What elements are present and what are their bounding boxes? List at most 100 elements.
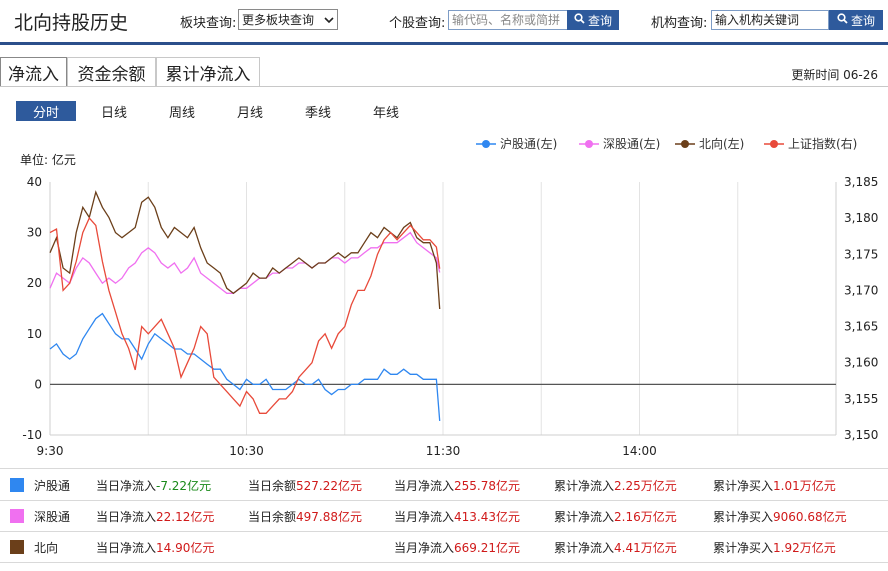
- cumulative-net-buy-label: 累计净买入: [713, 541, 774, 555]
- summary-row: 北向 当日净流入14.90亿元 当月净流入669.21亿元 累计净流入4.41万亿元累…: [0, 531, 888, 563]
- page-title: 北向持股历史: [14, 12, 129, 34]
- cumulative-net-inflow-label: 累计净流入: [554, 510, 615, 524]
- cumulative-net-inflow-label: 累计净流入: [554, 541, 615, 555]
- cumulative-net-inflow: 累计净流入2.25万亿元: [554, 477, 677, 494]
- daily-net-inflow-label: 当日净流入: [96, 541, 157, 555]
- daily-net-inflow: 当日净流入22.12亿元: [96, 508, 214, 525]
- cumulative-net-buy-value: 1.01万亿元: [773, 479, 836, 493]
- monthly-net-inflow-value: 669.21亿元: [454, 541, 521, 555]
- cumulative-net-inflow: 累计净流入4.41万亿元: [554, 539, 677, 556]
- left-axis-tick-label: -10: [22, 428, 42, 442]
- monthly-net-inflow: 当月净流入255.78亿元: [394, 477, 520, 494]
- period-weekly[interactable]: 周线: [160, 101, 204, 121]
- series-line-north: [49, 190, 441, 310]
- left-axis-tick-label: 30: [27, 226, 42, 240]
- cumulative-net-inflow: 累计净流入2.16万亿元: [554, 508, 677, 525]
- series-color-swatch: [10, 509, 24, 523]
- monthly-net-inflow-label: 当月净流入: [394, 479, 455, 493]
- daily-balance-value: 527.22亿元: [296, 479, 363, 493]
- daily-net-inflow-value: 14.90亿元: [156, 541, 215, 555]
- monthly-net-inflow-label: 当月净流入: [394, 541, 455, 555]
- institution-search-input[interactable]: 输入机构关键词: [711, 10, 829, 30]
- sector-query-label: 板块查询:: [180, 16, 237, 31]
- daily-balance-value: 497.88亿元: [296, 510, 363, 524]
- stock-search-input[interactable]: 输代码、名称或简拼: [448, 10, 568, 30]
- monthly-net-inflow-value: 255.78亿元: [454, 479, 521, 493]
- legend-label-sh: 沪股通(左): [500, 136, 557, 151]
- right-axis-tick-label: 3,150: [844, 428, 878, 442]
- x-axis-tick-label: 14:00: [622, 444, 657, 458]
- right-axis-tick-label: 3,165: [844, 320, 878, 334]
- cumulative-net-buy: 累计净买入9060.68亿元: [713, 508, 847, 525]
- update-time: 更新时间 06-26: [791, 68, 878, 82]
- left-axis-tick-label: 20: [27, 276, 42, 290]
- tab-cumulative-inflow[interactable]: 累计净流入: [156, 57, 260, 87]
- search-icon: [574, 13, 585, 27]
- cumulative-net-inflow-value: 2.25万亿元: [614, 479, 677, 493]
- legend-marker-index: [770, 140, 778, 148]
- legend-label-index: 上证指数(右): [788, 136, 857, 151]
- search-icon: [837, 13, 848, 27]
- summary-row: 深股通 当日净流入22.12亿元 当日余额497.88亿元 当月净流入413.43亿元…: [0, 500, 888, 532]
- x-axis-tick-label: 9:30: [37, 444, 64, 458]
- period-daily[interactable]: 日线: [92, 101, 136, 121]
- tab-fund-balance[interactable]: 资金余额: [67, 57, 156, 87]
- daily-net-inflow-label: 当日净流入: [96, 510, 157, 524]
- period-monthly[interactable]: 月线: [228, 101, 272, 121]
- daily-net-inflow-value: -7.22亿元: [156, 479, 212, 493]
- sector-select[interactable]: 更多板块查询: [238, 9, 338, 30]
- left-axis-tick-label: 0: [34, 377, 42, 391]
- left-axis-tick-label: 10: [27, 327, 42, 341]
- monthly-net-inflow: 当月净流入413.43亿元: [394, 508, 520, 525]
- right-axis-tick-label: 3,185: [844, 175, 878, 189]
- cumulative-net-buy: 累计净买入1.92万亿元: [713, 539, 836, 556]
- cumulative-net-buy-value: 9060.68亿元: [773, 510, 847, 524]
- legend-label-sz: 深股通(左): [603, 136, 660, 151]
- right-axis-tick-label: 3,155: [844, 392, 878, 406]
- institution-search-button-label: 查询: [850, 13, 875, 28]
- cumulative-net-inflow-value: 2.16万亿元: [614, 510, 677, 524]
- summary-row-name: 北向: [34, 541, 59, 555]
- legend-marker-north: [681, 140, 689, 148]
- daily-net-inflow: 当日净流入14.90亿元: [96, 539, 214, 556]
- cumulative-net-buy-value: 1.92万亿元: [773, 541, 836, 555]
- cumulative-net-buy-label: 累计净买入: [713, 479, 774, 493]
- tab-divider: [0, 86, 888, 87]
- left-axis-tick-label: 40: [27, 175, 42, 189]
- daily-balance-label: 当日余额: [248, 479, 297, 493]
- cumulative-net-inflow-label: 累计净流入: [554, 479, 615, 493]
- tab-net-inflow[interactable]: 净流入: [0, 57, 67, 87]
- series-line-sh: [49, 312, 441, 421]
- right-axis-tick-label: 3,175: [844, 247, 878, 261]
- stock-search-button-label: 查询: [587, 13, 612, 28]
- daily-balance: 当日余额497.88亿元: [248, 508, 362, 525]
- period-quarterly[interactable]: 季线: [296, 101, 340, 121]
- daily-balance-label: 当日余额: [248, 510, 297, 524]
- legend-marker-sh: [482, 140, 490, 148]
- daily-net-inflow-value: 22.12亿元: [156, 510, 215, 524]
- monthly-net-inflow: 当月净流入669.21亿元: [394, 539, 520, 556]
- x-axis-tick-label: 11:30: [426, 444, 461, 458]
- monthly-net-inflow-value: 413.43亿元: [454, 510, 521, 524]
- summary-row-name: 深股通: [34, 510, 71, 524]
- sector-select-value: 更多板块查询: [242, 13, 315, 27]
- period-intraday[interactable]: 分时: [16, 101, 76, 121]
- cumulative-net-buy-label: 累计净买入: [713, 510, 774, 524]
- stock-query-label: 个股查询:: [389, 16, 446, 31]
- monthly-net-inflow-label: 当月净流入: [394, 510, 455, 524]
- daily-net-inflow: 当日净流入-7.22亿元: [96, 477, 211, 494]
- x-axis-tick-label: 10:30: [229, 444, 264, 458]
- stock-search-button[interactable]: 查询: [567, 10, 619, 30]
- legend-marker-sz: [585, 140, 593, 148]
- institution-search-button[interactable]: 查询: [829, 10, 883, 30]
- cumulative-net-inflow-value: 4.41万亿元: [614, 541, 677, 555]
- right-axis-tick-label: 3,160: [844, 356, 878, 370]
- right-axis-tick-label: 3,180: [844, 211, 878, 225]
- header-divider: [0, 42, 888, 45]
- unit-label: 单位: 亿元: [20, 152, 76, 167]
- daily-balance: 当日余额527.22亿元: [248, 477, 362, 494]
- cumulative-net-buy: 累计净买入1.01万亿元: [713, 477, 836, 494]
- series-color-swatch: [10, 540, 24, 554]
- period-yearly[interactable]: 年线: [364, 101, 408, 121]
- series-color-swatch: [10, 478, 24, 492]
